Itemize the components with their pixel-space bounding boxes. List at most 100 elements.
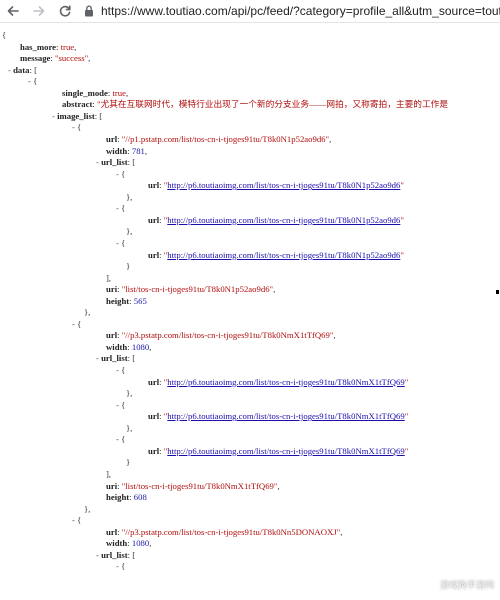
json-line: url: "http://p6.toutiaoimg.com/list/tos-… — [148, 410, 408, 422]
json-punctuation: }, — [126, 422, 133, 433]
json-line: url: "http://p6.toutiaoimg.com/list/tos-… — [148, 376, 408, 388]
json-line: single_mode: true, — [62, 87, 128, 99]
json-punctuation: { — [2, 30, 7, 40]
json-key: width — [106, 341, 128, 352]
json-number: 1080 — [131, 341, 150, 352]
json-line: url: "http://p6.toutiaoimg.com/list/tos-… — [148, 445, 408, 457]
json-punctuation: , — [277, 480, 280, 491]
json-key: url_list — [101, 549, 128, 560]
json-key: uri — [106, 284, 118, 295]
json-line: - { — [116, 202, 125, 214]
json-line: - { — [72, 318, 81, 330]
json-punctuation: ], — [106, 272, 112, 283]
json-punctuation: }, — [84, 503, 91, 514]
json-key: has_more — [20, 41, 57, 52]
json-line: - { — [28, 75, 37, 87]
json-string: "//p3.pstatp.com/list/tos-cn-i-tjoges91t… — [121, 330, 334, 341]
json-line: uri: "list/tos-cn-i-tjoges91tu/T8k0NmX1t… — [106, 480, 280, 492]
json-link[interactable]: http://p6.toutiaoimg.com/list/tos-cn-i-t… — [167, 446, 404, 456]
json-line: } — [126, 456, 130, 468]
json-key: message — [20, 53, 51, 64]
json-number: 1080 — [131, 538, 150, 549]
json-line: ], — [106, 468, 111, 480]
json-key: url_list — [101, 353, 128, 364]
json-punctuation: , — [333, 330, 336, 341]
forward-button[interactable] — [30, 2, 48, 20]
json-line: width: 1080, — [106, 537, 151, 549]
json-punctuation: : [ — [127, 549, 136, 560]
json-key: url_list — [101, 157, 128, 168]
json-link[interactable]: http://p6.toutiaoimg.com/list/tos-cn-i-t… — [167, 411, 404, 421]
json-boolean: true — [112, 87, 126, 98]
json-line: - data: [ — [8, 64, 37, 76]
json-punctuation: { — [121, 203, 126, 214]
json-line: }, — [126, 191, 132, 203]
json-line: }, — [126, 422, 132, 434]
browser-toolbar: https://www.toutiao.com/api/pc/feed/?cat… — [0, 0, 500, 23]
json-punctuation: { — [121, 365, 126, 375]
json-punctuation: }, — [126, 191, 133, 202]
json-number: 608 — [133, 492, 147, 502]
json-viewer: {has_more: true, message: "success", - dat… — [0, 22, 500, 600]
json-punctuation: , — [88, 53, 91, 64]
json-punctuation: , — [149, 341, 152, 352]
json-line: width: 781, — [106, 145, 147, 157]
json-quote: " — [404, 445, 409, 456]
json-number: 781 — [131, 145, 145, 156]
json-line: }, — [126, 225, 132, 237]
json-punctuation: { — [77, 318, 82, 329]
json-link[interactable]: http://p6.toutiaoimg.com/list/tos-cn-i-t… — [167, 250, 400, 260]
json-key: url — [106, 330, 118, 341]
json-punctuation: }, — [126, 226, 133, 237]
json-line: - { — [116, 237, 125, 249]
json-link[interactable]: http://p6.toutiaoimg.com/list/tos-cn-i-t… — [167, 180, 400, 190]
json-line: - image_list: [ — [52, 110, 102, 122]
json-key: url — [148, 180, 160, 191]
json-punctuation: , — [273, 284, 276, 295]
json-punctuation: { — [121, 434, 126, 445]
json-punctuation: { — [33, 76, 38, 87]
json-punctuation: , — [125, 87, 129, 98]
json-key: abstract — [62, 99, 93, 110]
json-line: - { — [116, 560, 125, 572]
address-bar[interactable]: https://www.toutiao.com/api/pc/feed/?cat… — [78, 2, 500, 20]
json-key: url — [106, 134, 118, 144]
json-line: url: "//p3.pstatp.com/list/tos-cn-i-tjog… — [106, 329, 336, 341]
reload-button[interactable] — [56, 2, 74, 20]
json-line: ], — [106, 272, 111, 284]
json-line: width: 1080, — [106, 341, 151, 353]
json-line: height: 565 — [106, 295, 147, 307]
json-line: - { — [116, 433, 125, 445]
json-line: - { — [116, 399, 125, 411]
json-punctuation: { — [121, 168, 126, 179]
json-link[interactable]: http://p6.toutiaoimg.com/list/tos-cn-i-t… — [167, 215, 400, 225]
json-quote: " — [400, 249, 404, 260]
json-line: height: 608 — [106, 491, 147, 503]
json-key: image_list — [57, 110, 95, 121]
json-punctuation: : [ — [94, 110, 103, 121]
json-string: "//p3.pstatp.com/list/tos-cn-i-tjoges91t… — [121, 526, 341, 537]
json-string: "success" — [55, 53, 89, 64]
json-line: { — [2, 29, 6, 41]
json-key: url — [148, 376, 160, 387]
url-text: https://www.toutiao.com/api/pc/feed/?cat… — [101, 4, 500, 18]
json-punctuation: { — [121, 561, 126, 572]
json-key: single_mode — [62, 87, 108, 98]
json-punctuation: : [ — [29, 64, 37, 75]
back-button[interactable] — [4, 2, 22, 20]
json-punctuation: , — [144, 145, 148, 156]
json-punctuation: } — [126, 261, 131, 271]
json-line: url: "//p3.pstatp.com/list/tos-cn-i-tjog… — [106, 526, 342, 538]
json-punctuation: , — [340, 526, 343, 537]
json-punctuation: } — [126, 457, 131, 468]
json-link[interactable]: http://p6.toutiaoimg.com/list/tos-cn-i-t… — [167, 377, 404, 387]
json-quote: " — [404, 376, 409, 387]
json-quote: " — [400, 214, 404, 225]
json-key: url — [106, 526, 118, 537]
json-line: - { — [72, 514, 81, 526]
json-key: url — [148, 214, 160, 225]
arrow-left-icon — [7, 6, 19, 16]
json-key: height — [106, 295, 130, 306]
json-punctuation: { — [77, 122, 82, 133]
json-line: }, — [84, 306, 90, 318]
